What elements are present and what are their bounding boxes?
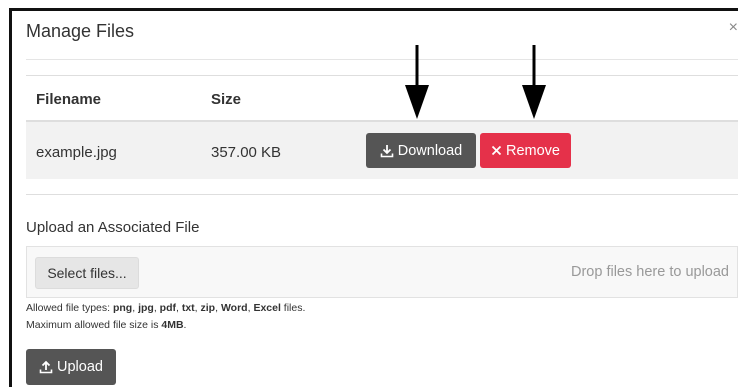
allowed-types-note: Allowed file types: png, jpg, pdf, txt, … — [26, 302, 306, 314]
manage-files-dialog: Manage Files × Filename Size example.jpg… — [9, 8, 738, 387]
file-dropzone[interactable]: Select files... Drop files here to uploa… — [26, 246, 738, 298]
upload-section-label: Upload an Associated File — [26, 219, 200, 236]
download-icon — [380, 144, 394, 157]
table-bottom-border — [26, 194, 738, 195]
column-header-filename: Filename — [36, 91, 102, 108]
close-icon[interactable]: × — [729, 20, 738, 36]
cell-filename: example.jpg — [36, 144, 117, 161]
column-header-size: Size — [211, 91, 242, 108]
type-zip: zip — [200, 302, 216, 314]
x-icon — [491, 145, 502, 156]
type-pdf: pdf — [159, 302, 176, 314]
upload-button[interactable]: Upload — [26, 349, 116, 385]
download-button[interactable]: Download — [366, 133, 476, 168]
remove-button[interactable]: Remove — [480, 133, 571, 168]
remove-label: Remove — [506, 142, 560, 159]
annotation-arrow-remove — [522, 45, 546, 119]
drop-hint-text: Drop files here to upload — [571, 264, 729, 280]
download-label: Download — [397, 142, 463, 159]
cell-size: 357.00 KB — [211, 144, 282, 161]
type-jpg: jpg — [138, 302, 154, 314]
type-png: png — [112, 302, 133, 314]
type-word: Word — [220, 302, 248, 314]
annotation-arrow-download — [405, 45, 429, 119]
dialog-title: Manage Files — [26, 21, 135, 41]
max-prefix: Maximum allowed file size is — [26, 319, 162, 331]
table-top-border — [26, 75, 738, 76]
allowed-suffix: files. — [280, 302, 306, 314]
upload-label: Upload — [57, 359, 103, 375]
max-size-note: Maximum allowed file size is 4MB. — [26, 319, 186, 331]
type-excel: Excel — [253, 302, 281, 314]
max-suffix: . — [183, 319, 187, 331]
select-files-button[interactable]: Select files... — [35, 257, 139, 289]
allowed-prefix: Allowed file types: — [26, 302, 113, 314]
upload-icon — [39, 360, 53, 374]
type-txt: txt — [181, 302, 195, 314]
max-size-value: 4MB — [161, 319, 184, 331]
header-divider — [26, 59, 738, 60]
